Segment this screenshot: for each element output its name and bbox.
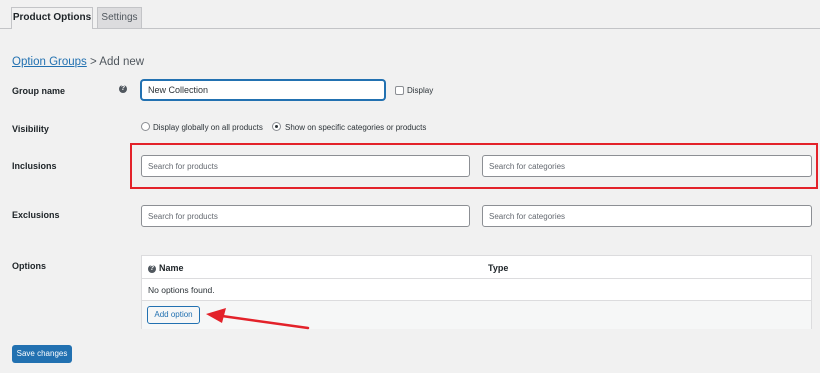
red-arrow-annotation [206,308,310,330]
inclusions-label: Inclusions [12,161,57,171]
visibility-label: Visibility [12,124,49,134]
tab-settings[interactable]: Settings [97,7,142,28]
highlight-box-annotation [130,143,818,189]
options-column-name: ? Name [148,263,184,273]
breadcrumb: Option Groups > Add new [12,56,144,68]
group-name-input[interactable] [141,80,385,100]
exclusions-label: Exclusions [12,210,60,220]
visibility-radio-global[interactable] [141,122,150,131]
visibility-option-global-label: Display globally on all products [153,123,263,132]
exclusions-categories-search-input[interactable] [482,205,812,227]
options-empty-message: No options found. [148,285,215,295]
breadcrumb-link-option-groups[interactable]: Option Groups [12,56,87,68]
breadcrumb-current: Add new [99,56,145,68]
display-checkbox-label: Display [407,86,434,95]
add-option-button[interactable]: Add option [147,306,200,324]
table-header-divider [142,278,811,279]
tabs-divider [0,28,820,29]
tab-product-options[interactable]: Product Options [11,7,93,29]
exclusions-products-search-input[interactable] [141,205,470,227]
group-name-label: Group name [12,86,66,96]
save-changes-button[interactable]: Save changes [12,345,72,363]
help-icon[interactable]: ? [148,264,156,273]
options-column-type: Type [488,263,509,273]
options-label: Options [12,261,46,271]
breadcrumb-separator: > [90,56,97,68]
help-icon[interactable]: ? [119,85,127,93]
visibility-radio-specific[interactable] [272,122,281,131]
options-column-name-label: Name [159,263,184,273]
display-checkbox[interactable] [395,86,404,95]
visibility-option-specific-label: Show on specific categories or products [285,123,427,132]
